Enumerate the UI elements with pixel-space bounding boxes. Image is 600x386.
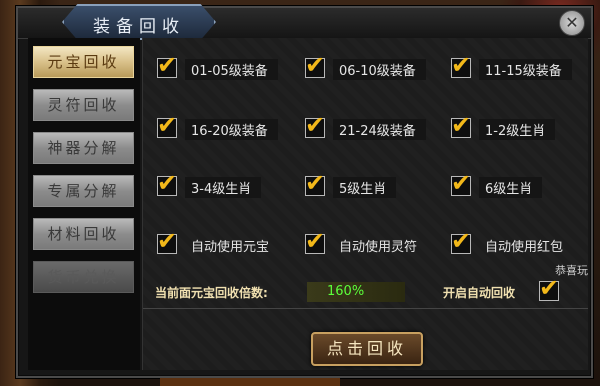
option-label: 自动使用红包 (485, 240, 564, 255)
checkmark-icon: ✔ (539, 274, 560, 302)
auto-recycle-checkbox[interactable]: ✔ (539, 276, 559, 301)
checkmark-icon: ✔ (305, 169, 326, 197)
checkbox[interactable]: ✔ (451, 229, 471, 254)
option-label: 16-20级装备 (185, 119, 278, 140)
divider (143, 308, 588, 309)
checkbox[interactable]: ✔ (305, 53, 325, 78)
option-label: 21-24级装备 (333, 119, 426, 140)
checkmark-icon: ✔ (451, 51, 472, 79)
checkbox[interactable]: ✔ (157, 53, 177, 78)
rate-value: 160% (307, 282, 405, 302)
option-label: 6级生肖 (479, 177, 543, 198)
checkmark-icon: ✔ (451, 169, 472, 197)
close-icon[interactable]: ✕ (559, 10, 585, 36)
option-label: 11-15级装备 (479, 59, 572, 80)
checkbox[interactable]: ✔ (451, 171, 471, 196)
checkbox[interactable]: ✔ (157, 113, 177, 138)
rate-label: 当前面元宝回收倍数: (155, 286, 268, 300)
checkbox[interactable]: ✔ (157, 229, 177, 254)
checkbox[interactable]: ✔ (305, 229, 325, 254)
sidebar-item-lingfu-recycle[interactable]: 灵符回收 (33, 89, 134, 121)
bottom-ui-strip (160, 378, 340, 386)
checkmark-icon: ✔ (157, 51, 178, 79)
options-panel: ✔ 01-05级装备 ✔ 06-10级装备 ✔ 11-15级装备 ✔ 16-20… (142, 38, 588, 370)
option-label: 5级生肖 (333, 177, 397, 198)
checkmark-icon: ✔ (305, 111, 326, 139)
checkmark-icon: ✔ (451, 111, 472, 139)
checkbox[interactable]: ✔ (451, 113, 471, 138)
option-label: 1-2级生肖 (479, 119, 556, 140)
option-label: 自动使用灵符 (339, 240, 418, 255)
checkmark-icon: ✔ (451, 227, 472, 255)
checkmark-icon: ✔ (157, 227, 178, 255)
checkbox[interactable]: ✔ (305, 171, 325, 196)
checkbox[interactable]: ✔ (157, 171, 177, 196)
recycle-window: 装备回收 ✕ 元宝回收 灵符回收 神器分解 专属分解 材料回收 货币兑换 ✔ 0… (16, 4, 593, 378)
checkbox[interactable]: ✔ (451, 53, 471, 78)
option-label: 01-05级装备 (185, 59, 278, 80)
recycle-button[interactable]: 点击回收 (311, 332, 423, 366)
window-title: 装备回收 (93, 17, 185, 37)
sidebar-item-artifact-decompose[interactable]: 神器分解 (33, 132, 134, 164)
announcement-ticker: 恭喜玩 (555, 264, 588, 277)
sidebar-item-yuanbao-recycle[interactable]: 元宝回收 (33, 46, 134, 78)
sidebar-item-exclusive-decompose[interactable]: 专属分解 (33, 175, 134, 207)
auto-recycle-label: 开启自动回收 (443, 286, 516, 300)
option-label: 自动使用元宝 (191, 240, 270, 255)
checkmark-icon: ✔ (305, 51, 326, 79)
sidebar-item-currency-exchange[interactable]: 货币兑换 (33, 261, 134, 293)
checkmark-icon: ✔ (157, 169, 178, 197)
sidebar-item-material-recycle[interactable]: 材料回收 (33, 218, 134, 250)
option-label: 3-4级生肖 (185, 177, 262, 198)
checkmark-icon: ✔ (305, 227, 326, 255)
checkbox[interactable]: ✔ (305, 113, 325, 138)
option-label: 06-10级装备 (333, 59, 426, 80)
checkmark-icon: ✔ (157, 111, 178, 139)
sidebar: 元宝回收 灵符回收 神器分解 专属分解 材料回收 货币兑换 (28, 38, 140, 370)
title-bar: 装备回收 ✕ (18, 4, 591, 40)
title-plate: 装备回收 (62, 4, 216, 40)
